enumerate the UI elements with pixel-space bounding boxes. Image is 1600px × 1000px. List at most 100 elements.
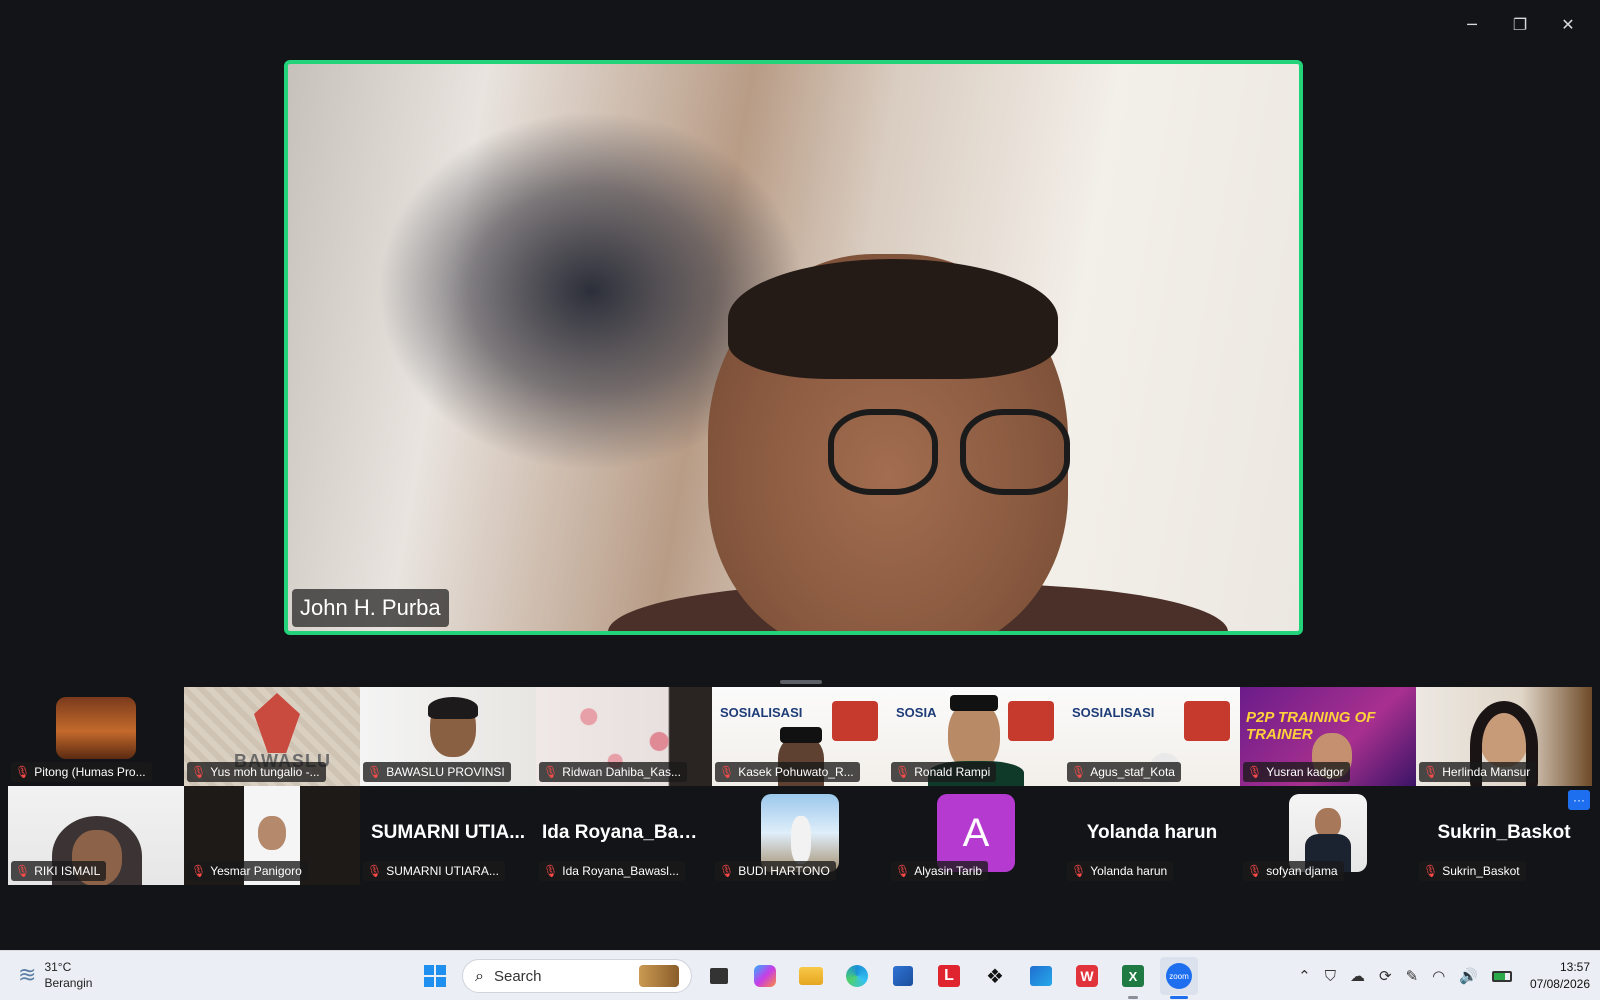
copilot-icon[interactable] (746, 957, 784, 995)
clock-time: 13:57 (1559, 960, 1590, 974)
more-participants-button[interactable]: ··· (1568, 790, 1590, 810)
participant-tile[interactable]: P2P TRAINING OF TRAINER 🎙 Yusran kadgor (1240, 687, 1416, 786)
participant-display-name: SUMARNI UTIA... (370, 822, 526, 843)
participant-name-label: 🎙 Agus_staf_Kota (1067, 762, 1181, 782)
task-view-icon[interactable] (700, 957, 738, 995)
participant-name-label: 🎙 Yus moh tungalio -... (187, 762, 326, 782)
mic-muted-icon: 🎙 (15, 864, 31, 878)
system-tray: ⌃ ⛉ ☁ ⟳ ✎ ◠ 🔊 13:57 07/08/2026 (1298, 957, 1590, 995)
participant-tile[interactable]: 🎙 Yesmar Panigoro (184, 786, 360, 885)
participant-tile[interactable]: Sukrin_Baskot ··· 🎙 Sukrin_Baskot (1416, 786, 1592, 885)
participant-tile[interactable]: SOSIALISASI 🎙 Kasek Pohuwato_R... (712, 687, 888, 786)
mic-muted-icon: 🎙 (719, 765, 735, 779)
volume-icon[interactable]: 🔊 (1459, 967, 1478, 985)
excel-icon[interactable]: X (1114, 957, 1152, 999)
participant-tile[interactable]: 🎙 sofyan djama (1240, 786, 1416, 885)
restore-icon[interactable]: ❐ (1496, 8, 1544, 40)
weather-temp: 31°C (44, 960, 72, 974)
sync-icon[interactable]: ⟳ (1379, 967, 1392, 985)
resize-handle[interactable] (780, 680, 822, 684)
participant-name-label: 🎙 Ida Royana_Bawasl... (539, 861, 685, 881)
participant-tile[interactable]: 🎙 BUDI HARTONO (712, 786, 888, 885)
speaker-hair (728, 259, 1058, 379)
search-icon: ⌕ (475, 966, 484, 985)
participant-display-name: Sukrin_Baskot (1437, 822, 1571, 843)
speaker-glasses-right (960, 409, 1070, 495)
active-speaker-video[interactable]: John H. Purba (284, 60, 1303, 635)
participant-name-label: 🎙 Pitong (Humas Pro... (11, 762, 152, 782)
pen-icon[interactable]: ✎ (1406, 967, 1419, 985)
participant-tile[interactable]: SOSIA 🎙 Ronald Rampi (888, 687, 1064, 786)
participant-tile[interactable]: 🎙 RIKI ISMAIL (8, 786, 184, 885)
mic-muted-icon: 🎙 (1247, 864, 1263, 878)
mic-muted-icon: 🎙 (543, 765, 559, 779)
wps-icon[interactable]: W (1068, 957, 1106, 995)
participant-tile[interactable]: 🎙 BAWASLU PROVINSI (360, 687, 536, 786)
mic-muted-icon: 🎙 (1247, 765, 1263, 779)
mic-muted-icon: 🎙 (367, 765, 383, 779)
participant-name-label: 🎙 Herlinda Mansur (1419, 762, 1537, 782)
participant-tile[interactable]: Ida Royana_Baw... 🎙 Ida Royana_Bawasl... (536, 786, 712, 885)
window-controls: ─ ❐ ✕ (1448, 8, 1592, 40)
minimize-icon[interactable]: ─ (1448, 8, 1496, 40)
mic-muted-icon: 🎙 (719, 864, 735, 878)
mic-muted-icon: 🎙 (191, 864, 207, 878)
participant-name-label: 🎙 RIKI ISMAIL (11, 861, 107, 881)
participant-name-label: 🎙 Alyasin Tarib (891, 861, 989, 881)
taskbar-search[interactable]: ⌕ Search (462, 959, 692, 993)
participant-name-label: 🎙 Yusran kadgor (1243, 762, 1350, 782)
participant-tile[interactable]: 🎙 Pitong (Humas Pro... (8, 687, 184, 786)
participant-name-label: 🎙 Ridwan Dahiba_Kas... (539, 762, 687, 782)
participant-name-label: 🎙 BAWASLU PROVINSI (363, 762, 511, 782)
mic-muted-icon: 🎙 (367, 864, 383, 878)
close-icon[interactable]: ✕ (1544, 8, 1592, 40)
outlook-icon[interactable] (1022, 957, 1060, 995)
weather-widget[interactable]: ≋ 31°C Berangin (18, 959, 92, 991)
wifi-icon[interactable]: ◠ (1432, 967, 1445, 985)
battery-icon[interactable] (1491, 970, 1512, 982)
participant-name-label: 🎙 SUMARNI UTIARA... (363, 861, 505, 881)
mic-muted-icon: 🎙 (1071, 765, 1087, 779)
participant-name-label: 🎙 Kasek Pohuwato_R... (715, 762, 860, 782)
participant-tile[interactable]: A 🎙 Alyasin Tarib (888, 786, 1064, 885)
participant-name-label: 🎙 Yesmar Panigoro (187, 861, 308, 881)
participant-name-label: 🎙 Yolanda harun (1067, 861, 1174, 881)
zoom-meeting-window: ─ ❐ ✕ John H. Purba 🎙 Pitong (Humas Pro..… (0, 0, 1600, 950)
participant-display-name: Yolanda harun (1086, 822, 1218, 843)
participant-tile[interactable]: SUMARNI UTIA... 🎙 SUMARNI UTIARA... (360, 786, 536, 885)
edge-icon[interactable] (838, 957, 876, 995)
l-app-icon[interactable]: L (930, 957, 968, 995)
weather-desc: Berangin (44, 976, 93, 990)
taskbar-apps: ⌕ Search L ❖ W X zoom (416, 957, 1198, 999)
dropbox-icon[interactable]: ❖ (976, 957, 1014, 995)
windows-taskbar: ≋ 31°C Berangin ⌕ Search L ❖ W X zoom ⌃ … (0, 950, 1600, 1000)
chevron-up-icon[interactable]: ⌃ (1298, 967, 1311, 985)
file-explorer-icon[interactable] (792, 957, 830, 995)
participant-name-label: 🎙 Ronald Rampi (891, 762, 997, 782)
participant-display-name: Ida Royana_Baw... (542, 822, 709, 843)
mic-muted-icon: 🎙 (895, 864, 911, 878)
store-icon[interactable] (884, 957, 922, 995)
vpn-icon[interactable]: ⛉ (1325, 967, 1336, 985)
speaker-glasses-left (828, 409, 938, 495)
start-icon[interactable] (416, 957, 454, 995)
cloud-off-icon[interactable]: ☁ (1350, 967, 1365, 985)
mic-muted-icon: 🎙 (1423, 765, 1439, 779)
participant-tile[interactable]: BAWASLU 🎙 Yus moh tungalio -... (184, 687, 360, 786)
taskbar-clock[interactable]: 13:57 07/08/2026 (1530, 959, 1590, 993)
participant-strip: 🎙 Pitong (Humas Pro... BAWASLU 🎙 Yus moh t… (8, 687, 1592, 885)
search-highlight-icon (639, 965, 679, 987)
clock-date: 07/08/2026 (1529, 977, 1590, 991)
mic-muted-icon: 🎙 (543, 864, 559, 878)
mic-muted-icon: 🎙 (895, 765, 911, 779)
participant-tile[interactable]: 🎙 Herlinda Mansur (1416, 687, 1592, 786)
participant-tile[interactable]: 🎙 Ridwan Dahiba_Kas... (536, 687, 712, 786)
participant-tile[interactable]: Yolanda harun 🎙 Yolanda harun (1064, 786, 1240, 885)
search-placeholder: Search (493, 967, 542, 985)
wind-icon: ≋ (18, 962, 37, 988)
mic-muted-icon: 🎙 (1423, 864, 1439, 878)
participant-name-label: 🎙 Sukrin_Baskot (1419, 861, 1526, 881)
participant-tile[interactable]: SOSIALISASI 🎙 Agus_staf_Kota (1064, 687, 1240, 786)
zoom-icon[interactable]: zoom (1160, 957, 1198, 999)
participant-name-label: 🎙 sofyan djama (1243, 861, 1344, 881)
